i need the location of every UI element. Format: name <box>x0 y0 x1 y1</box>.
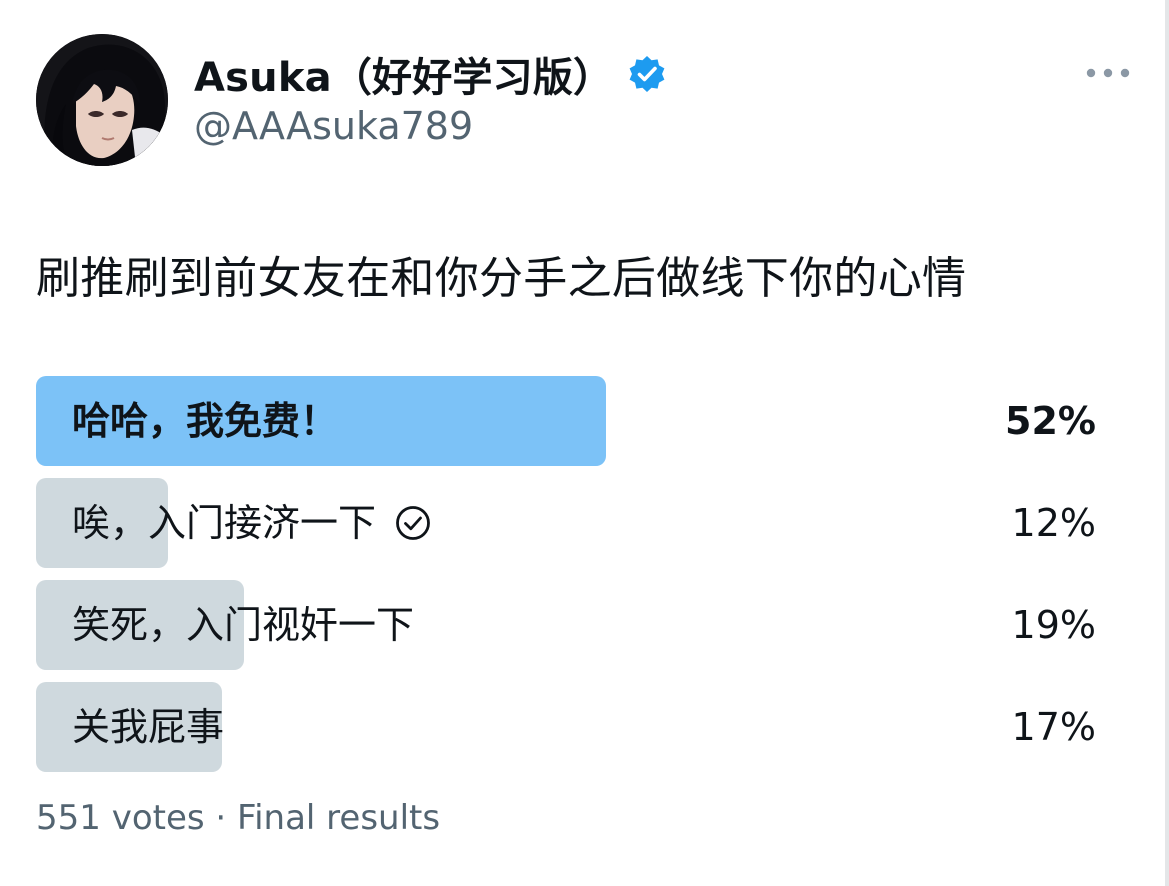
poll-option-label: 哈哈，我免费！ <box>72 399 339 443</box>
poll-option-label: 唉，入门接济一下 <box>72 478 432 568</box>
poll-option: 哈哈，我免费！ 52% <box>36 376 1116 466</box>
poll-option-percent: 12% <box>1011 501 1096 545</box>
avatar[interactable] <box>36 34 168 166</box>
right-edge-divider <box>1165 0 1169 886</box>
poll-option-percent: 19% <box>1011 603 1096 647</box>
voted-check-icon <box>396 506 430 540</box>
author-line: Asuka（好好学习版） <box>194 44 667 104</box>
anime-girl-avatar-icon <box>36 34 168 166</box>
poll-option: 笑死，入门视奸一下 19% <box>36 580 1116 670</box>
user-handle[interactable]: @AAAsuka789 <box>194 104 473 148</box>
poll-option-percent: 52% <box>1005 399 1096 443</box>
display-name[interactable]: Asuka（好好学习版） <box>194 45 613 103</box>
poll-option-percent: 17% <box>1011 705 1096 749</box>
more-options-icon[interactable] <box>1083 58 1133 88</box>
poll-option: 关我屁事 17% <box>36 682 1116 772</box>
verified-badge-icon <box>629 56 665 92</box>
poll-option-label: 关我屁事 <box>72 705 225 749</box>
tweet-text: 刷推刷到前女友在和你分手之后做线下你的心情 <box>36 253 967 304</box>
poll-footer: 551 votes · Final results <box>36 798 441 838</box>
poll-option: 唉，入门接济一下 12% <box>36 478 1116 568</box>
poll-option-label: 笑死，入门视奸一下 <box>72 603 415 647</box>
